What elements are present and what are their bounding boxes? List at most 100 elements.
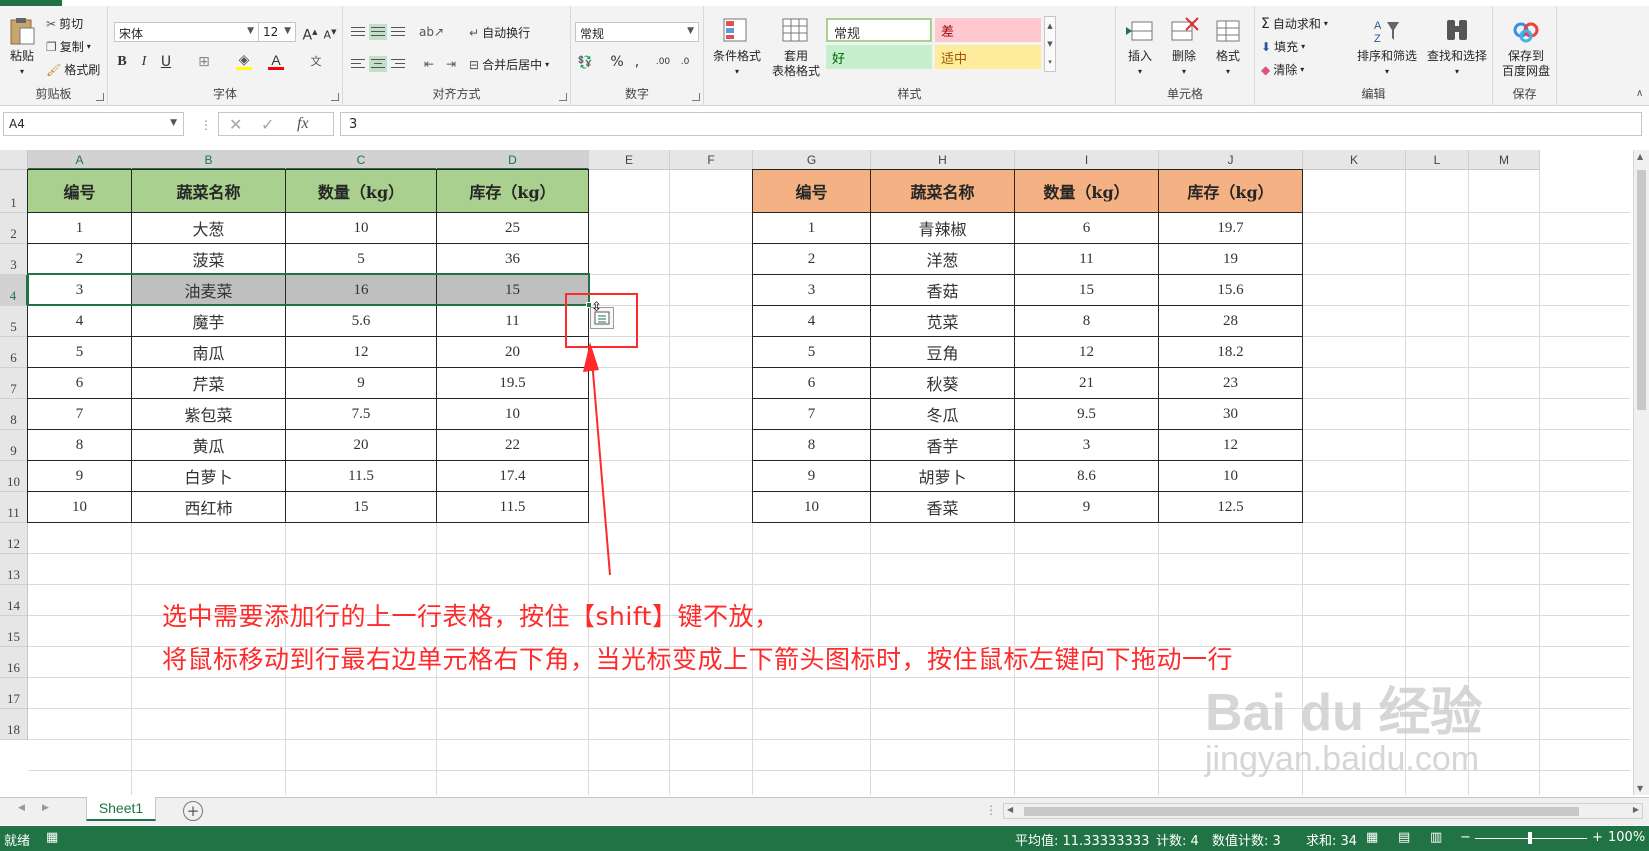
row-header[interactable]: 17 <box>0 678 28 709</box>
table-cell[interactable]: 9 <box>753 461 871 492</box>
zoom-slider-thumb[interactable] <box>1528 832 1532 844</box>
conditional-format-button[interactable]: 条件格式 ▾ <box>708 16 766 79</box>
style-bad[interactable]: 差 <box>935 18 1041 42</box>
bold-icon[interactable]: B <box>112 52 132 72</box>
column-header[interactable]: M <box>1469 150 1540 170</box>
select-all-corner[interactable] <box>0 150 28 170</box>
fill-button[interactable]: ⬇ 填充 ▾ <box>1261 38 1305 55</box>
table-cell[interactable]: 洋葱 <box>871 244 1015 275</box>
table-cell[interactable]: 7 <box>753 399 871 430</box>
vertical-scroll-thumb[interactable] <box>1637 170 1646 410</box>
table-cell[interactable]: 8.6 <box>1015 461 1159 492</box>
table-cell[interactable]: 菠菜 <box>132 244 286 275</box>
table-cell[interactable]: 15 <box>1015 275 1159 306</box>
increase-decimal-icon[interactable]: .00 <box>653 52 673 72</box>
table-header-cell[interactable]: 编号 <box>28 170 132 213</box>
horizontal-scrollbar[interactable]: ◀ ▶ <box>1003 803 1643 819</box>
currency-icon[interactable]: 💱 <box>575 52 595 72</box>
ribbon-collapse-icon[interactable]: ∧ <box>1636 88 1643 99</box>
column-header[interactable]: G <box>753 150 871 170</box>
find-select-button[interactable]: 查找和选择 ▾ <box>1421 16 1493 79</box>
format-painter-button[interactable]: 🖌 格式刷 <box>46 61 100 78</box>
table-cell[interactable]: 香菜 <box>871 492 1015 523</box>
decrease-indent-icon[interactable]: ⇤ <box>419 54 439 74</box>
table-cell[interactable]: 15.6 <box>1159 275 1303 306</box>
table-header-cell[interactable]: 数量（kg） <box>1015 170 1159 213</box>
align-right-icon[interactable] <box>389 56 407 72</box>
table-cell[interactable]: 11.5 <box>286 461 437 492</box>
formula-bar-splitter[interactable]: ⋮ <box>200 118 212 132</box>
table-header-cell[interactable]: 数量（kg） <box>286 170 437 213</box>
table-cell[interactable]: 25 <box>437 213 589 244</box>
table-cell[interactable]: 冬瓜 <box>871 399 1015 430</box>
orientation-icon[interactable]: ab↗ <box>419 22 444 42</box>
row-header[interactable]: 4 <box>0 275 28 306</box>
enter-icon[interactable]: ✓ <box>261 115 274 134</box>
table-header-cell[interactable]: 蔬菜名称 <box>132 170 286 213</box>
paste-button[interactable]: 粘贴 ▾ <box>4 16 40 79</box>
row-header[interactable]: 15 <box>0 616 28 647</box>
worksheet-grid[interactable]: ABCDEFGHIJKLM 1 2 3 4 5 6 7 8 9 10 11 12 13 14 15 16 17 1… <box>0 150 1630 795</box>
scroll-left-icon[interactable]: ◀ <box>1007 805 1013 814</box>
page-break-view-icon[interactable]: ▥ <box>1430 830 1442 845</box>
table-cell[interactable]: 7 <box>28 399 132 430</box>
table-cell[interactable]: 9 <box>28 461 132 492</box>
sort-filter-button[interactable]: A Z 排序和筛选 ▾ <box>1351 16 1423 79</box>
scroll-down-icon[interactable]: ▼ <box>1637 784 1643 793</box>
table-cell[interactable]: 17.4 <box>437 461 589 492</box>
italic-icon[interactable]: I <box>134 52 154 72</box>
column-header[interactable]: L <box>1406 150 1469 170</box>
table-cell[interactable]: 苋菜 <box>871 306 1015 337</box>
table-cell[interactable]: 36 <box>437 244 589 275</box>
row-header[interactable]: 10 <box>0 461 28 492</box>
row-header[interactable]: 12 <box>0 523 28 554</box>
dialog-launcher-icon[interactable] <box>692 93 700 101</box>
underline-icon[interactable]: U <box>156 52 176 72</box>
table-cell[interactable]: 10 <box>1159 461 1303 492</box>
column-header[interactable]: J <box>1159 150 1303 170</box>
cut-button[interactable]: ✂ 剪切 <box>46 15 83 32</box>
column-header[interactable]: K <box>1303 150 1406 170</box>
fill-color-icon[interactable]: ◈ <box>234 50 254 70</box>
sheet-tab-sheet1[interactable]: Sheet1 <box>86 797 156 821</box>
style-neutral[interactable]: 适中 <box>935 45 1041 69</box>
number-format-select[interactable]: 常规 ▼ <box>575 22 699 42</box>
font-color-icon[interactable]: A <box>266 50 286 70</box>
table-cell[interactable]: 21 <box>1015 368 1159 399</box>
table-cell[interactable]: 12 <box>286 337 437 368</box>
insert-button[interactable]: 插入 ▾ <box>1122 16 1158 79</box>
table-cell[interactable]: 6 <box>28 368 132 399</box>
table-cell[interactable]: 11.5 <box>437 492 589 523</box>
table-cell[interactable]: 芹菜 <box>132 368 286 399</box>
delete-button[interactable]: 删除 ▾ <box>1166 16 1202 79</box>
name-box[interactable]: A4 ▼ <box>3 112 184 136</box>
align-center-icon[interactable] <box>369 56 387 72</box>
table-cell[interactable]: 西红柿 <box>132 492 286 523</box>
scroll-up-icon[interactable]: ▲ <box>1637 152 1643 161</box>
dialog-launcher-icon[interactable] <box>96 93 104 101</box>
style-good[interactable]: 好 <box>826 45 932 69</box>
table-cell[interactable]: 9.5 <box>1015 399 1159 430</box>
table-cell[interactable]: 南瓜 <box>132 337 286 368</box>
table-cell[interactable]: 19.7 <box>1159 213 1303 244</box>
align-left-icon[interactable] <box>349 56 367 72</box>
table-cell[interactable]: 大葱 <box>132 213 286 244</box>
table-header-cell[interactable]: 库存（kg） <box>1159 170 1303 213</box>
merge-center-button[interactable]: ⊟ 合并后居中 ▾ <box>469 56 549 73</box>
table-cell[interactable]: 8 <box>28 430 132 461</box>
align-top-icon[interactable] <box>349 24 367 40</box>
table-cell[interactable]: 22 <box>437 430 589 461</box>
row-header[interactable]: 13 <box>0 554 28 585</box>
table-cell[interactable]: 28 <box>1159 306 1303 337</box>
table-cell[interactable]: 3 <box>1015 430 1159 461</box>
row-header[interactable]: 9 <box>0 430 28 461</box>
table-cell[interactable]: 8 <box>1015 306 1159 337</box>
table-cell[interactable]: 3 <box>753 275 871 306</box>
border-icon[interactable]: ⊞ <box>194 52 214 72</box>
table-cell[interactable]: 青辣椒 <box>871 213 1015 244</box>
table-cell[interactable]: 5 <box>753 337 871 368</box>
table-cell[interactable]: 19.5 <box>437 368 589 399</box>
align-middle-icon[interactable] <box>369 24 387 40</box>
table-cell[interactable]: 香菇 <box>871 275 1015 306</box>
table-cell[interactable]: 黄瓜 <box>132 430 286 461</box>
